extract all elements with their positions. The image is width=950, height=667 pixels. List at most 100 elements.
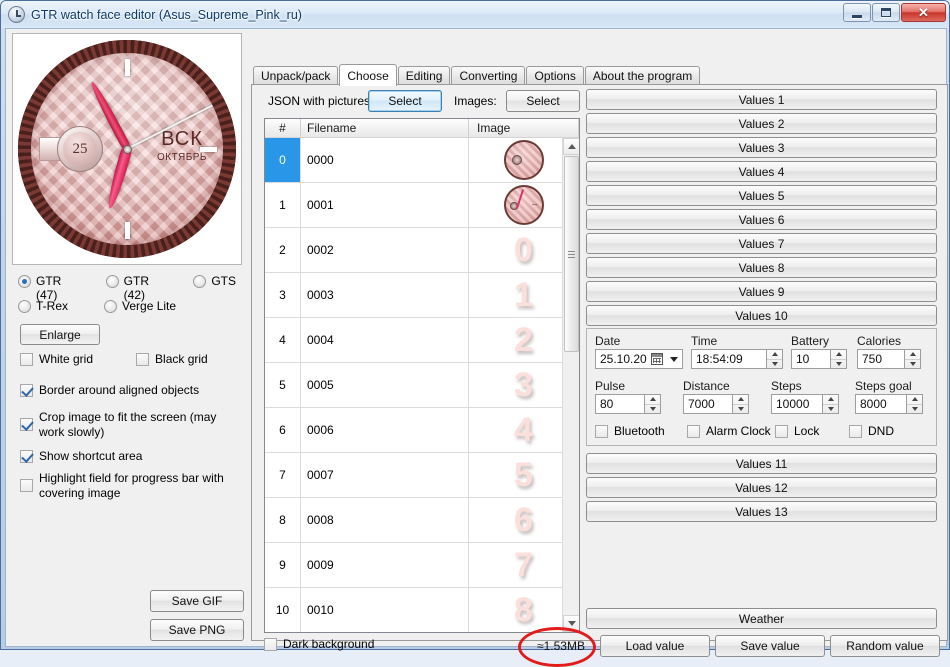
enlarge-button[interactable]: Enlarge (20, 324, 100, 345)
steps-goal-input[interactable]: 8000 (855, 394, 907, 414)
images-select-button[interactable]: Select (506, 90, 580, 112)
values-7-button[interactable]: Values 7 (586, 233, 937, 254)
save-png-button[interactable]: Save PNG (150, 619, 244, 641)
file-list-grid[interactable]: # Filename Image 0 0000 1 0001 ⌁⌁ 2 0002… (264, 118, 580, 633)
steps-stepper[interactable] (823, 394, 839, 414)
weather-button[interactable]: Weather (586, 608, 937, 629)
battery-input[interactable]: 10 (791, 349, 831, 369)
radio-gts[interactable]: GTS (193, 274, 236, 302)
save-value-button[interactable]: Save value (715, 635, 825, 657)
table-row[interactable]: 5 0005 3 (265, 363, 579, 408)
values-8-button[interactable]: Values 8 (586, 257, 937, 278)
client-area: 25 ВСК ОКТЯБРЬ GTR (47) GTR (42) GTS T-R… (5, 28, 948, 667)
values-5-button[interactable]: Values 5 (586, 185, 937, 206)
chevron-down-icon (669, 356, 678, 362)
values-13-button[interactable]: Values 13 (586, 501, 937, 522)
checkbox-crop-image[interactable]: Crop image to fit the screen (may work s… (20, 410, 222, 440)
random-value-button[interactable]: Random value (830, 635, 940, 657)
calendar-icon (650, 353, 663, 365)
values-9-button[interactable]: Values 9 (586, 281, 937, 302)
checkbox-bluetooth[interactable]: Bluetooth (595, 424, 665, 438)
column-header-image[interactable]: Image (469, 119, 579, 137)
left-panel: 25 ВСК ОКТЯБРЬ GTR (47) GTR (42) GTS T-R… (10, 33, 244, 641)
close-button[interactable]: ✕ (901, 3, 946, 22)
checkbox-alarm-clock[interactable]: Alarm Clock (687, 424, 771, 438)
table-row[interactable]: 7 0007 5 (265, 453, 579, 498)
steps-input[interactable]: 10000 (771, 394, 823, 414)
calories-input[interactable]: 750 (857, 349, 905, 369)
checkbox-black-grid[interactable]: Black grid (136, 352, 208, 366)
distance-stepper[interactable] (733, 394, 749, 414)
distance-input[interactable]: 7000 (683, 394, 733, 414)
table-row[interactable]: 9 0009 7 (265, 543, 579, 588)
tab-editing[interactable]: Editing (397, 66, 451, 85)
minimize-button[interactable] (843, 3, 871, 22)
checkbox-border-aligned[interactable]: Border around aligned objects (20, 383, 199, 397)
checkbox-lock[interactable]: Lock (775, 424, 819, 438)
battery-stepper[interactable] (831, 349, 847, 369)
radio-gtr-47[interactable]: GTR (47) (18, 274, 86, 302)
images-label: Images: (454, 94, 497, 108)
tab-about[interactable]: About the program (584, 66, 701, 85)
pulse-input[interactable]: 80 (595, 394, 645, 414)
date-label: Date (595, 334, 621, 348)
pulse-stepper[interactable] (645, 394, 661, 414)
values-3-button[interactable]: Values 3 (586, 137, 937, 158)
grid-header: # Filename Image (265, 119, 579, 138)
scrollbar-thumb[interactable] (564, 156, 579, 352)
table-row[interactable]: 3 0003 1 (265, 273, 579, 318)
digit-glyph: 5 (514, 456, 533, 494)
values-12-button[interactable]: Values 12 (586, 477, 937, 498)
calories-stepper[interactable] (905, 349, 921, 369)
values-11-button[interactable]: Values 11 (586, 453, 937, 474)
marker-6-icon (124, 222, 130, 239)
table-row[interactable]: 1 0001 ⌁⌁ (265, 183, 579, 228)
table-row[interactable]: 8 0008 6 (265, 498, 579, 543)
tab-options[interactable]: Options (526, 66, 584, 85)
checkbox-white-grid[interactable]: White grid (20, 352, 93, 366)
checkbox-show-shortcut-area[interactable]: Show shortcut area (20, 449, 142, 463)
tab-choose[interactable]: Choose (339, 64, 397, 86)
checkbox-highlight-progress-bar[interactable]: Highlight field for progress bar with co… (20, 471, 227, 501)
column-header-filename[interactable]: Filename (301, 119, 469, 137)
values-6-button[interactable]: Values 6 (586, 209, 937, 230)
row-index: 0 (265, 138, 301, 182)
tab-converting[interactable]: Converting (451, 66, 526, 85)
date-picker-dropdown[interactable] (647, 350, 681, 368)
table-row[interactable]: 2 0002 0 (265, 228, 579, 273)
tab-unpack-pack[interactable]: Unpack/pack (253, 66, 339, 85)
time-label: Time (691, 334, 718, 348)
values-4-button[interactable]: Values 4 (586, 161, 937, 182)
calories-label: Calories (857, 334, 902, 348)
steps-goal-label: Steps goal (855, 379, 912, 393)
maximize-button[interactable] (872, 3, 900, 22)
row-filename: 0000 (301, 138, 469, 182)
time-stepper[interactable] (767, 349, 783, 369)
load-value-button[interactable]: Load value (600, 635, 710, 657)
values-2-button[interactable]: Values 2 (586, 113, 937, 134)
steps-goal-stepper[interactable] (907, 394, 923, 414)
values-1-button[interactable]: Values 1 (586, 89, 937, 110)
table-row[interactable]: 10 0010 8 (265, 588, 579, 632)
scroll-down-button[interactable] (563, 615, 579, 632)
table-row[interactable]: 4 0004 2 (265, 318, 579, 363)
steps-label: Steps (771, 379, 802, 393)
row-index: 3 (265, 273, 301, 317)
time-input[interactable]: 18:54:09 (691, 349, 767, 369)
checkbox-dark-background[interactable]: Dark background (264, 637, 374, 651)
grid-vertical-scrollbar[interactable] (562, 138, 579, 632)
row-index: 1 (265, 183, 301, 227)
table-row[interactable]: 0 0000 (265, 138, 579, 183)
scroll-up-button[interactable] (563, 138, 579, 155)
table-row[interactable]: 6 0006 4 (265, 408, 579, 453)
radio-t-rex[interactable]: T-Rex (18, 299, 68, 313)
date-number: 25 (63, 132, 97, 166)
radio-gtr-42[interactable]: GTR (42) (105, 274, 174, 302)
column-header-index[interactable]: # (265, 119, 301, 137)
save-gif-button[interactable]: Save GIF (150, 590, 244, 612)
values-10-button[interactable]: Values 10 (586, 305, 937, 326)
json-select-button[interactable]: Select (368, 90, 442, 112)
watch-face-preview[interactable]: 25 ВСК ОКТЯБРЬ (12, 33, 242, 265)
checkbox-dnd[interactable]: DND (849, 424, 894, 438)
radio-verge-lite[interactable]: Verge Lite (104, 299, 176, 313)
